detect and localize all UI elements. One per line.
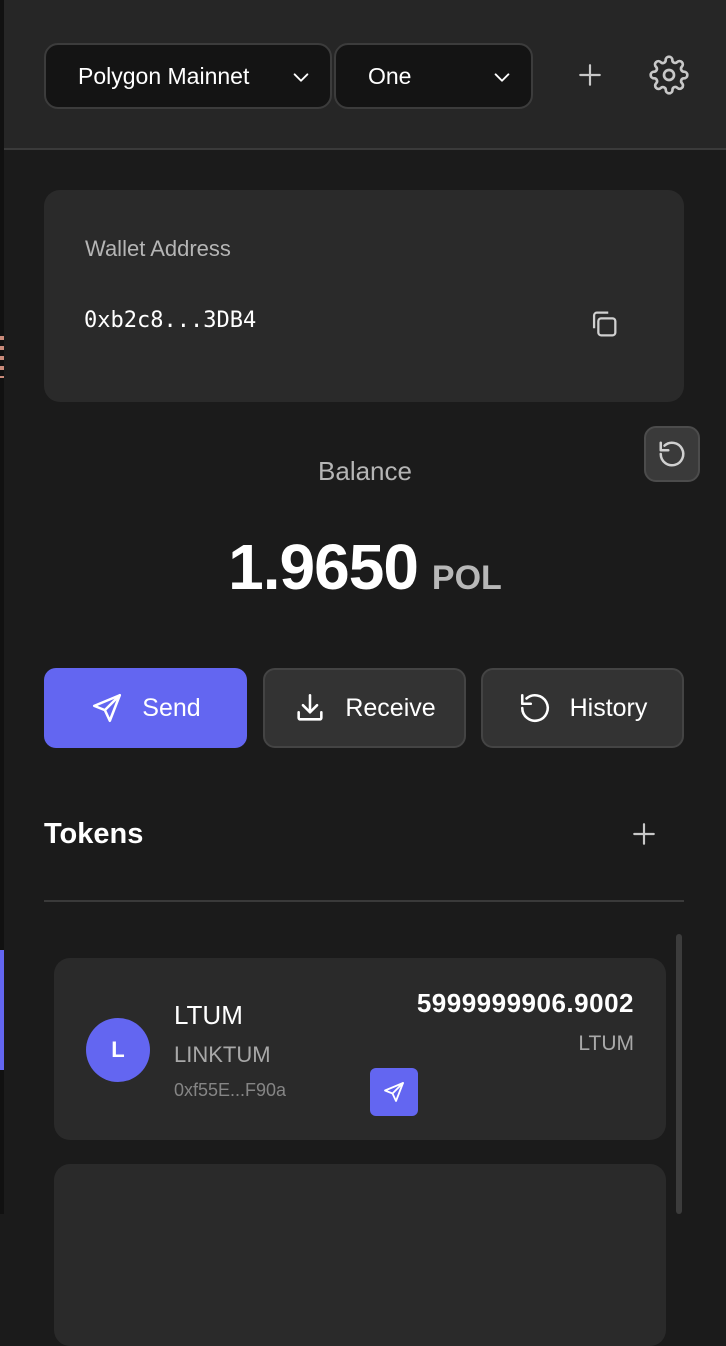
copy-icon [592, 311, 617, 337]
wallet-address-card: Wallet Address 0xb2c8...3DB4 [44, 190, 684, 402]
account-select[interactable]: One [334, 43, 533, 109]
token-card[interactable]: L LTUM LINKTUM 0xf55E...F90a 5999999906.… [54, 958, 666, 1140]
copy-address-button[interactable] [584, 304, 624, 344]
send-button-label: Send [142, 693, 201, 722]
plus-icon [633, 823, 655, 845]
receive-button[interactable]: Receive [263, 668, 466, 748]
receive-button-label: Receive [345, 693, 436, 722]
balance-display: 1.9650 POL [4, 530, 726, 604]
token-unit: LTUM [578, 1032, 634, 1055]
header-bar: Polygon Mainnet One [4, 0, 726, 150]
wallet-extension-window: Polygon Mainnet One Wallet Address 0xb2c… [0, 0, 726, 1346]
divider [44, 900, 684, 902]
plus-icon [579, 64, 601, 86]
history-icon [520, 693, 549, 723]
token-amount: 5999999906.9002 [416, 988, 634, 1018]
tokens-heading: Tokens [44, 818, 144, 850]
token-avatar: L [86, 1018, 150, 1082]
add-account-button[interactable] [565, 50, 615, 100]
token-address: 0xf55E...F90a [174, 1080, 287, 1100]
network-select-value: Polygon Mainnet [78, 62, 250, 89]
history-button-label: History [569, 693, 648, 722]
account-select-value: One [368, 62, 412, 89]
balance-unit: POL [431, 559, 502, 597]
chevron-down-icon [293, 73, 309, 82]
wallet-address-value: 0xb2c8...3DB4 [84, 308, 257, 333]
send-button[interactable]: Send [44, 668, 247, 748]
wallet-panel: Polygon Mainnet One Wallet Address 0xb2c… [4, 0, 726, 1346]
chevron-down-icon [494, 73, 510, 82]
download-icon [297, 693, 323, 721]
token-name: LINKTUM [174, 1042, 271, 1067]
gear-icon [649, 55, 689, 95]
wallet-address-label: Wallet Address [85, 236, 231, 261]
send-icon [93, 693, 122, 723]
history-button[interactable]: History [481, 668, 684, 748]
add-token-button[interactable] [622, 812, 666, 856]
balance-value: 1.9650 [228, 531, 419, 603]
token-symbol: LTUM [174, 1000, 243, 1030]
balance-label: Balance [318, 456, 412, 486]
token-send-button[interactable] [370, 1068, 418, 1116]
token-list-scrollbar[interactable] [676, 934, 682, 1214]
token-card[interactable] [54, 1164, 666, 1346]
send-icon [384, 1082, 404, 1102]
settings-button[interactable] [644, 50, 694, 100]
network-select[interactable]: Polygon Mainnet [44, 43, 332, 109]
